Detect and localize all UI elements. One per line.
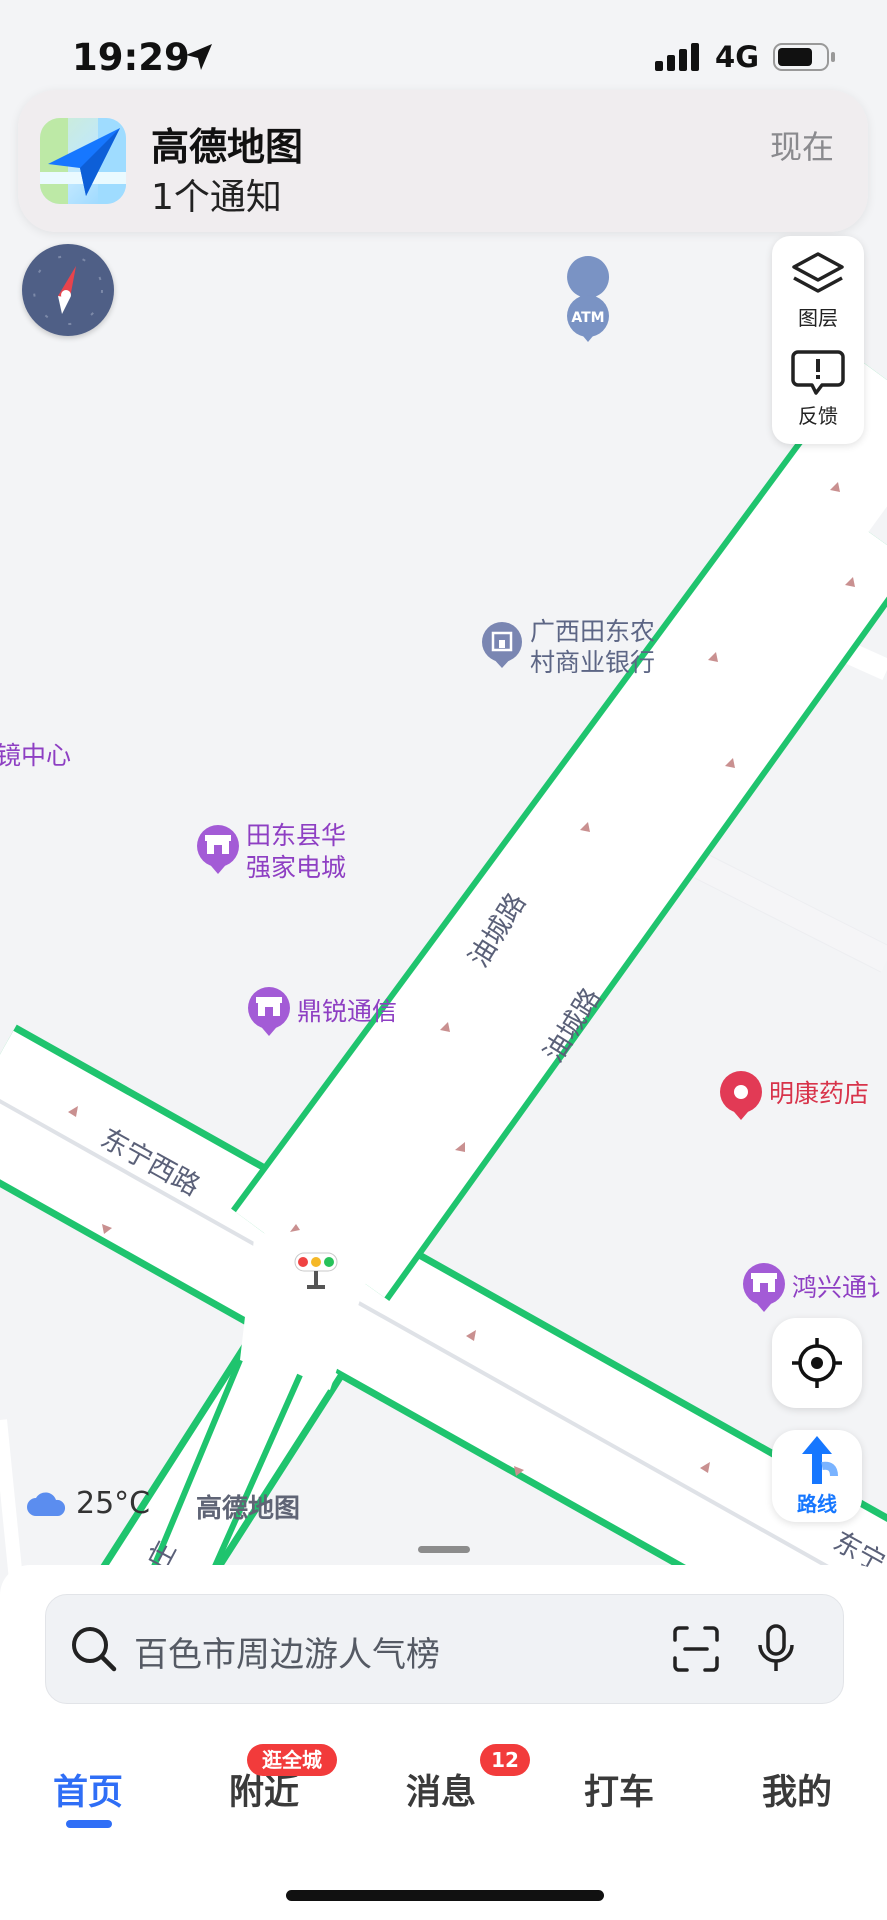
status-right: 4G — [655, 40, 837, 74]
hongxing-label: 鸿兴通讠 — [792, 1273, 887, 1302]
notification-banner[interactable]: 高德地图 1个通知 现在 — [18, 90, 868, 232]
temperature: 25°C — [76, 1486, 151, 1521]
telecom-label: 鼎锐通信 — [297, 997, 397, 1026]
amap-watermark: 高德地图 — [196, 1494, 301, 1524]
cloud-icon — [27, 1491, 66, 1516]
signal-icon — [655, 43, 700, 71]
locate-button[interactable] — [772, 1318, 862, 1408]
notification-time: 现在 — [769, 128, 834, 166]
atm-label: ATM — [571, 310, 604, 326]
weather-widget[interactable]: 25°C — [26, 1486, 150, 1521]
notification-app-name: 高德地图 — [151, 125, 304, 169]
network-type: 4G — [715, 40, 759, 74]
electronics-label-line2: 强家电城 — [246, 853, 346, 882]
pharmacy-label: 明康药店 — [769, 1079, 869, 1108]
nearby-badge: 逛全城 — [247, 1744, 337, 1776]
electronics-label-line1: 田东县华 — [246, 821, 346, 850]
search-bar[interactable]: 百色市周边游人气榜 — [45, 1594, 844, 1704]
microphone-icon[interactable] — [754, 1623, 798, 1675]
sheet-handle[interactable] — [418, 1546, 470, 1553]
search-icon — [72, 1627, 117, 1672]
tab-home-indicator — [66, 1820, 112, 1828]
location-arrow-icon — [186, 44, 212, 70]
tab-profile[interactable]: 我的 — [762, 1764, 832, 1815]
route-arrow-icon — [802, 1436, 838, 1484]
tab-taxi[interactable]: 打车 — [584, 1764, 654, 1815]
layers-button[interactable]: 图层 — [772, 244, 864, 344]
compass-icon — [33, 255, 103, 325]
map-tools-panel: 图层 反馈 — [772, 236, 864, 444]
feedback-icon — [791, 350, 845, 395]
route-button[interactable]: 路线 — [772, 1430, 862, 1522]
route-label: 路线 — [797, 1492, 837, 1516]
search-placeholder: 百色市周边游人气榜 — [134, 1635, 440, 1675]
status-time: 19:29 — [72, 36, 190, 79]
locate-icon — [792, 1338, 842, 1388]
layers-label: 图层 — [798, 306, 838, 330]
home-indicator[interactable] — [286, 1890, 604, 1901]
messages-badge: 12 — [480, 1744, 530, 1776]
amap-app-icon — [40, 118, 126, 204]
optics-label[interactable]: 镜中心 — [0, 741, 71, 770]
tab-home[interactable]: 首页 — [53, 1764, 123, 1815]
compass-button[interactable] — [22, 244, 114, 336]
scan-icon[interactable] — [671, 1624, 721, 1674]
bank-label-line2: 村商业银行 — [530, 648, 655, 677]
tab-messages[interactable]: 消息 — [406, 1764, 476, 1815]
layers-icon — [792, 252, 844, 293]
bank-label-line1: 广西田东农 — [530, 617, 655, 646]
feedback-label: 反馈 — [798, 404, 838, 428]
notification-message: 1个通知 — [151, 177, 282, 218]
feedback-button[interactable]: 反馈 — [772, 344, 864, 444]
battery-icon — [773, 43, 835, 71]
